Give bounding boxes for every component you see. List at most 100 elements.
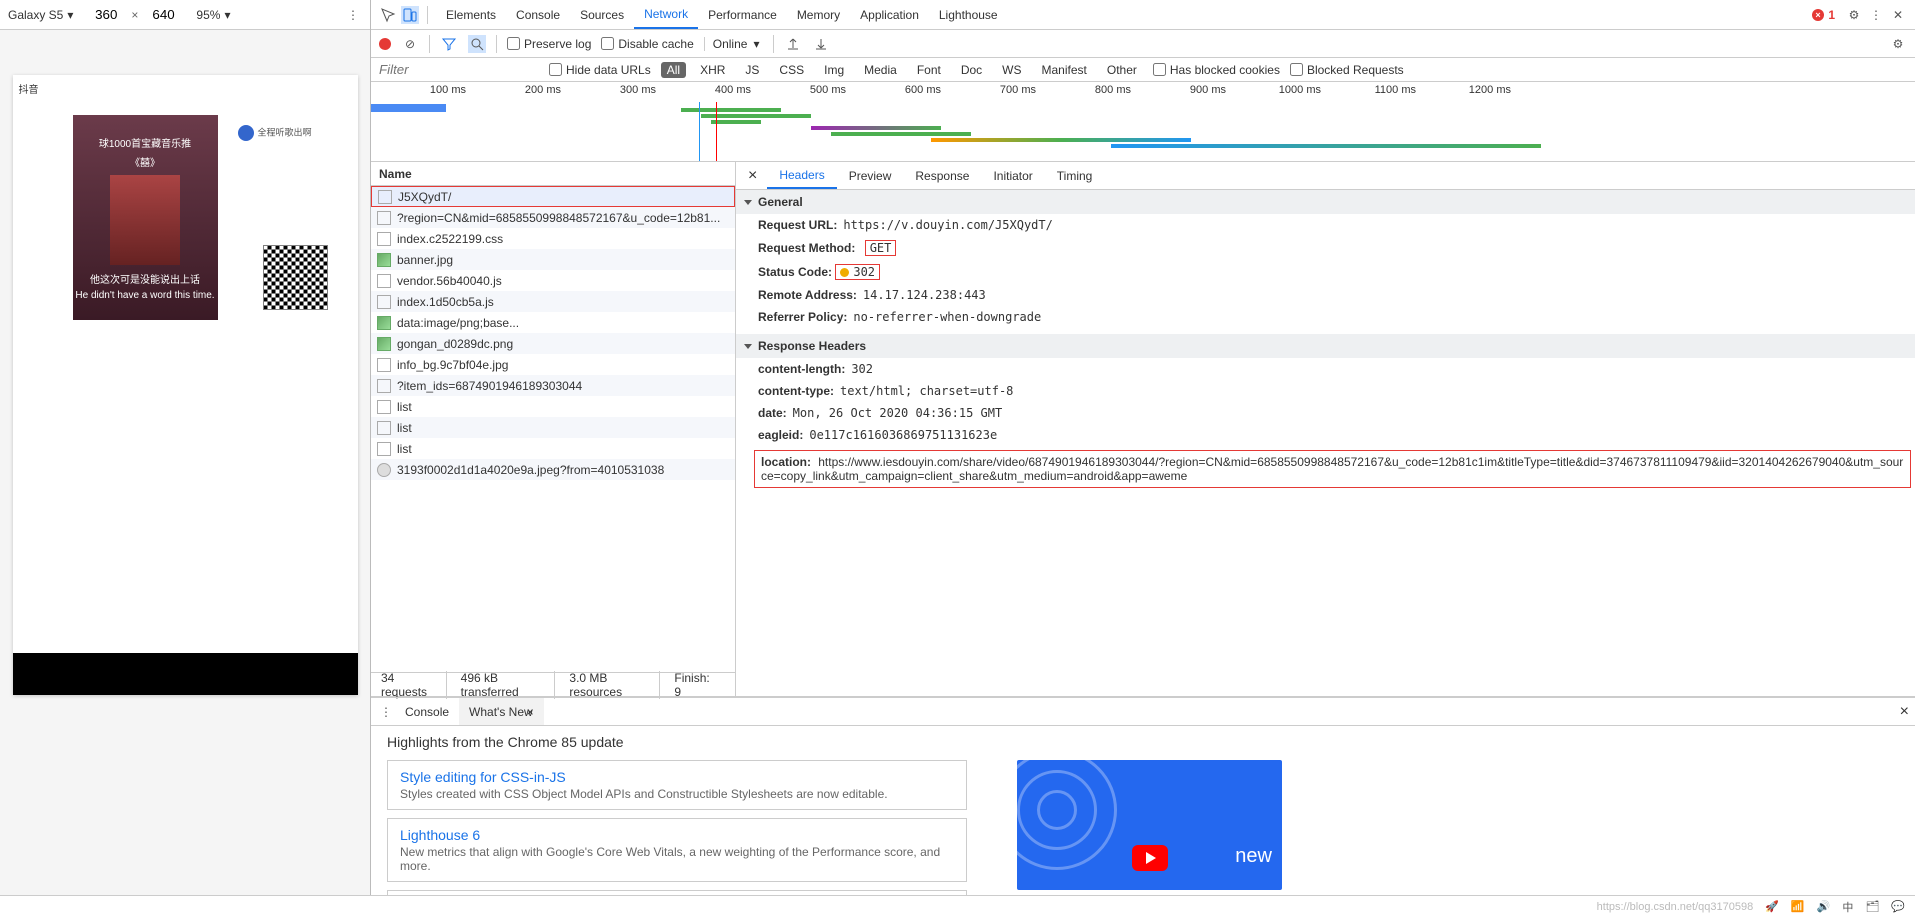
request-row[interactable]: list (371, 417, 735, 438)
tab-network[interactable]: Network (634, 0, 698, 29)
detail-tab-response[interactable]: Response (903, 162, 981, 189)
network-settings-icon[interactable]: ⚙ (1889, 35, 1907, 53)
document-file-icon (377, 379, 391, 393)
document-file-icon (377, 211, 391, 225)
request-row[interactable]: info_bg.9c7bf04e.jpg (371, 354, 735, 375)
request-url-label: Request URL: (758, 218, 837, 232)
tray-notifications-icon[interactable]: 💬 (1891, 900, 1905, 913)
image-file-icon (377, 253, 391, 267)
status-transferred: 496 kB transferred (461, 671, 556, 699)
whatsnew-card[interactable]: Style editing for CSS-in-JSStyles create… (387, 760, 967, 810)
tray-rocket-icon[interactable]: 🚀 (1765, 900, 1779, 913)
request-row[interactable]: data:image/png;base... (371, 312, 735, 333)
status-resources: 3.0 MB resources (569, 671, 660, 699)
request-name: info_bg.9c7bf04e.jpg (397, 358, 508, 372)
request-row[interactable]: banner.jpg (371, 249, 735, 270)
request-row[interactable]: ?region=CN&mid=6858550998848572167&u_cod… (371, 207, 735, 228)
drawer-tab-whatsnew[interactable]: What's New × (459, 698, 544, 725)
tray-network-icon[interactable]: 📶 (1791, 900, 1805, 913)
os-tray: https://blog.csdn.net/qq3170598 🚀 📶 🔊 中 … (0, 895, 1915, 917)
filter-type-media[interactable]: Media (858, 62, 903, 78)
filter-input[interactable] (379, 62, 539, 77)
whatsnew-card[interactable]: Lighthouse 6New metrics that align with … (387, 818, 967, 882)
image-file-icon (377, 316, 391, 330)
close-whatsnew-icon[interactable]: × (527, 705, 534, 719)
record-icon[interactable] (379, 38, 391, 50)
request-row[interactable]: list (371, 396, 735, 417)
detail-tab-preview[interactable]: Preview (837, 162, 904, 189)
filter-type-other[interactable]: Other (1101, 62, 1143, 78)
tab-application[interactable]: Application (850, 0, 929, 29)
drawer-tab-console[interactable]: Console (395, 698, 459, 725)
inspect-icon[interactable] (379, 6, 397, 24)
location-header-box: location: https://www.iesdouyin.com/shar… (754, 450, 1911, 488)
viewport-height-input[interactable] (152, 7, 186, 22)
request-row[interactable]: index.1d50cb5a.js (371, 291, 735, 312)
upload-har-icon[interactable] (784, 35, 802, 53)
tray-battery-icon[interactable]: 🗂 (1865, 900, 1879, 913)
status-code-label: Status Code: (758, 265, 832, 279)
filter-type-js[interactable]: JS (739, 62, 765, 78)
hide-data-urls-checkbox[interactable]: Hide data URLs (549, 63, 651, 77)
whatsnew-video-tile[interactable]: new (1017, 760, 1282, 890)
filter-type-all[interactable]: All (661, 62, 686, 78)
tray-volume-icon[interactable]: 🔊 (1817, 900, 1831, 913)
request-method-label: Request Method: (758, 241, 855, 255)
tab-memory[interactable]: Memory (787, 0, 850, 29)
watermark-text: https://blog.csdn.net/qq3170598 (1597, 901, 1754, 913)
has-blocked-cookies-checkbox[interactable]: Has blocked cookies (1153, 63, 1280, 77)
play-icon (1132, 845, 1168, 871)
ruler-tick: 200 ms (525, 84, 561, 96)
response-headers-section-header[interactable]: Response Headers (736, 334, 1915, 358)
zoom-select[interactable]: 95% ▾ (196, 8, 230, 22)
toggle-device-icon[interactable] (401, 6, 419, 24)
blocked-requests-checkbox[interactable]: Blocked Requests (1290, 63, 1404, 77)
filter-type-doc[interactable]: Doc (955, 62, 988, 78)
request-row[interactable]: J5XQydT/ (371, 186, 735, 207)
filter-icon[interactable] (440, 35, 458, 53)
name-column-header[interactable]: Name (371, 162, 735, 186)
general-section-header[interactable]: General (736, 190, 1915, 214)
throttling-select[interactable]: Online ▾ (704, 37, 760, 51)
preserve-log-checkbox[interactable]: Preserve log (507, 37, 591, 51)
request-row[interactable]: list (371, 438, 735, 459)
filter-type-css[interactable]: CSS (773, 62, 810, 78)
viewport-width-input[interactable] (83, 7, 117, 22)
request-row[interactable]: vendor.56b40040.js (371, 270, 735, 291)
filter-type-manifest[interactable]: Manifest (1036, 62, 1093, 78)
close-details-icon[interactable]: × (740, 167, 765, 185)
profile-side: 全程听歌出啊 (238, 125, 348, 141)
request-row[interactable]: index.c2522199.css (371, 228, 735, 249)
detail-tab-initiator[interactable]: Initiator (981, 162, 1044, 189)
tab-sources[interactable]: Sources (570, 0, 634, 29)
detail-tab-headers[interactable]: Headers (767, 162, 836, 189)
waterfall-overview[interactable]: 100 ms200 ms300 ms400 ms500 ms600 ms700 … (371, 82, 1915, 162)
settings-icon[interactable]: ⚙ (1845, 6, 1863, 24)
detail-tab-timing[interactable]: Timing (1045, 162, 1105, 189)
clear-icon[interactable]: ⊘ (401, 35, 419, 53)
disable-cache-checkbox[interactable]: Disable cache (601, 37, 693, 51)
device-more-icon[interactable]: ⋮ (344, 6, 362, 24)
download-har-icon[interactable] (812, 35, 830, 53)
filter-type-xhr[interactable]: XHR (694, 62, 731, 78)
tab-performance[interactable]: Performance (698, 0, 787, 29)
document-file-icon (377, 274, 391, 288)
filter-type-ws[interactable]: WS (996, 62, 1027, 78)
error-count-badge[interactable]: ×1 (1810, 7, 1835, 23)
drawer-more-icon[interactable]: ⋮ (377, 703, 395, 721)
request-row[interactable]: gongan_d0289dc.png (371, 333, 735, 354)
filter-type-img[interactable]: Img (818, 62, 850, 78)
close-devtools-icon[interactable]: ✕ (1889, 6, 1907, 24)
tab-elements[interactable]: Elements (436, 0, 506, 29)
request-row[interactable]: ?item_ids=6874901946189303044 (371, 375, 735, 396)
tab-lighthouse[interactable]: Lighthouse (929, 0, 1008, 29)
ruler-tick: 400 ms (715, 84, 751, 96)
filter-type-font[interactable]: Font (911, 62, 947, 78)
device-select[interactable]: Galaxy S5 ▾ (8, 8, 73, 22)
more-icon[interactable]: ⋮ (1867, 6, 1885, 24)
search-icon[interactable] (468, 35, 486, 53)
drawer-close-icon[interactable]: × (1900, 703, 1909, 721)
tab-console[interactable]: Console (506, 0, 570, 29)
tray-input-icon[interactable]: 中 (1842, 899, 1853, 915)
request-row[interactable]: 3193f0002d1d1a4020e9a.jpeg?from=40105310… (371, 459, 735, 480)
